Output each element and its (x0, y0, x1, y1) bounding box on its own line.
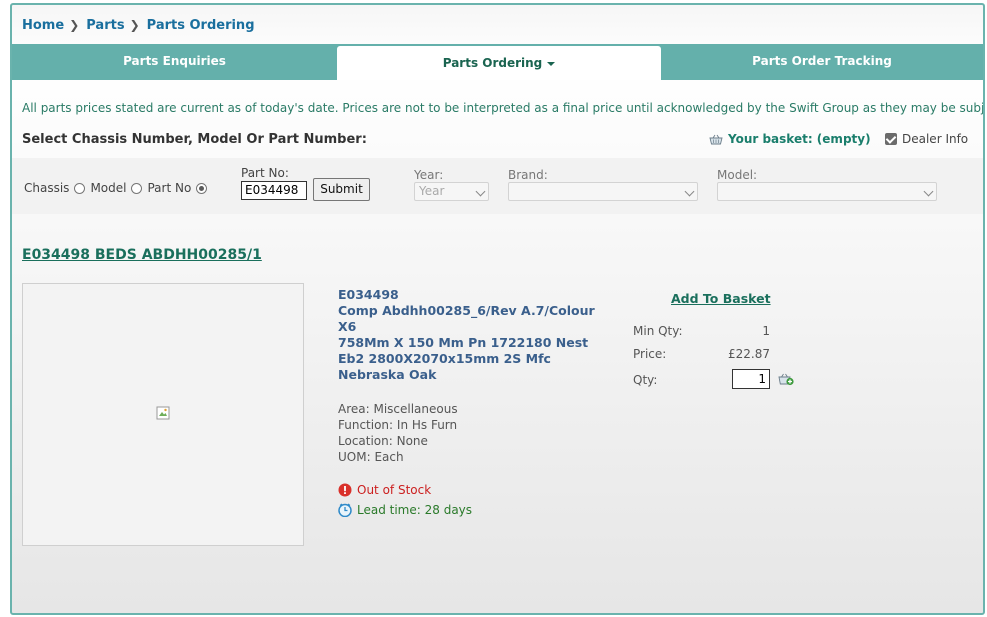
price-notice: All parts prices stated are current as o… (22, 101, 985, 115)
function-text: Function: In Hs Furn (338, 418, 458, 432)
brand-label: Brand: (508, 168, 548, 182)
area-text: Area: Miscellaneous (338, 402, 458, 416)
desc-line-3: 758Mm X 150 Mm Pn 1722180 Nest Eb2 2800X… (338, 335, 589, 382)
uom-text: UOM: Each (338, 450, 404, 464)
radio-chassis[interactable] (74, 182, 86, 194)
part-no-input[interactable]: E034498 (241, 181, 307, 200)
radio-label-model: Model (90, 181, 127, 195)
chevron-right-icon: ❯ (129, 18, 140, 32)
brand-select[interactable] (508, 182, 698, 201)
year-select-value: Year (419, 184, 445, 198)
dealer-info-toggle[interactable]: Dealer Info (885, 132, 968, 146)
breadcrumb-home[interactable]: Home (22, 18, 64, 33)
model-label: Model: (717, 168, 758, 182)
add-to-basket-link[interactable]: Add To Basket (671, 291, 771, 306)
qty-label: Qty: (633, 373, 658, 387)
radio-label-chassis: Chassis (24, 181, 70, 195)
min-qty-label: Min Qty: (633, 324, 683, 338)
radio-label-part-no: Part No (147, 181, 192, 195)
location-text: Location: None (338, 434, 428, 448)
chevron-down-icon (684, 186, 695, 197)
tab-label: Parts Order Tracking (752, 54, 892, 68)
lead-time-text: Lead time: 28 days (357, 503, 473, 517)
radio-part-no[interactable] (196, 182, 208, 194)
year-select[interactable]: Year (414, 182, 489, 201)
price-value: £22.87 (728, 347, 770, 361)
tab-bar: Parts Enquiries Parts Ordering Parts Ord… (12, 44, 983, 80)
lead-time: Lead time: 28 days (338, 503, 472, 517)
desc-line-2: Comp Abdhh00285_6/Rev A.7/Colour X6 (338, 303, 595, 334)
breadcrumb: Home ❯ Parts ❯ Parts Ordering (22, 15, 255, 35)
tab-label: Parts Ordering (442, 56, 543, 70)
add-to-basket-icon[interactable] (778, 372, 794, 386)
dealer-info-checkbox[interactable] (885, 133, 897, 145)
select-heading: Select Chassis Number, Model Or Part Num… (22, 132, 367, 147)
product-image (22, 283, 304, 546)
model-select[interactable] (717, 182, 937, 201)
basket-link[interactable]: Your basket: (empty) (709, 132, 871, 146)
broken-image-icon (156, 406, 170, 420)
year-label: Year: (414, 168, 444, 182)
chevron-right-icon: ❯ (69, 18, 80, 32)
warning-icon (338, 483, 352, 497)
part-no-label: Part No: (241, 166, 289, 180)
caret-down-icon (547, 61, 556, 66)
tab-parts-ordering[interactable]: Parts Ordering (337, 46, 661, 80)
submit-button[interactable]: Submit (313, 178, 370, 201)
breadcrumb-parts-ordering[interactable]: Parts Ordering (147, 18, 255, 33)
page-frame: Home ❯ Parts ❯ Parts Ordering Parts Enqu… (10, 3, 985, 615)
search-type-radios: Chassis Model Part No (24, 181, 212, 195)
price-label: Price: (633, 347, 667, 361)
qty-input[interactable]: 1 (732, 369, 770, 389)
basket-icon (709, 134, 723, 144)
stock-status: Out of Stock (338, 483, 431, 497)
tab-parts-enquiries[interactable]: Parts Enquiries (12, 44, 337, 80)
chevron-down-icon (923, 186, 934, 197)
product-description: E034498 Comp Abdhh00285_6/Rev A.7/Colour… (338, 287, 608, 383)
product-title-link[interactable]: E034498 BEDS ABDHH00285/1 (22, 247, 262, 263)
radio-model[interactable] (131, 182, 143, 194)
tab-label: Parts Enquiries (123, 54, 226, 68)
stock-status-text: Out of Stock (357, 483, 432, 497)
tab-parts-order-tracking[interactable]: Parts Order Tracking (661, 44, 983, 80)
min-qty-value: 1 (762, 324, 770, 338)
product-meta: Area: Miscellaneous Function: In Hs Furn… (338, 401, 458, 465)
desc-line-1: E034498 (338, 287, 399, 302)
breadcrumb-parts[interactable]: Parts (86, 18, 124, 33)
basket-label: Your basket: (empty) (728, 132, 871, 146)
dealer-info-label: Dealer Info (902, 132, 969, 146)
chevron-down-icon (475, 186, 486, 197)
clock-icon (338, 503, 352, 517)
